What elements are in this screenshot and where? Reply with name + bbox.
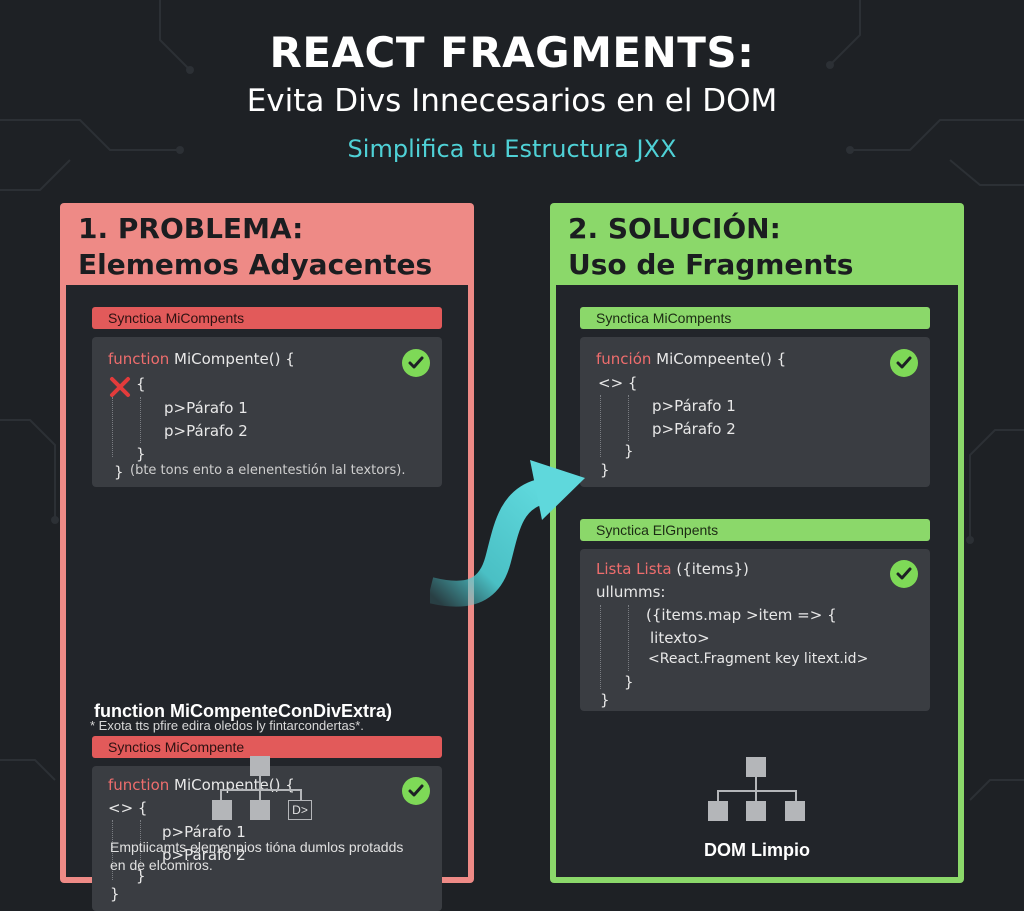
code-line: p>Párafo 1 [652,397,736,415]
check-icon [890,349,918,377]
solution-label-2: Synctica ElGnpents [580,519,930,541]
page-subtitle: Evita Divs Innecesarios en el DOM [246,83,778,119]
code-line: <> { [108,799,148,817]
indent-guide [600,395,601,457]
solution-code-block-2: Lista Lista ({items}) ullumms: ({items.m… [580,549,930,711]
solution-body: Synctica MiCompents función MiCompeente(… [556,285,958,877]
tree-node [746,757,766,777]
tree-node [250,756,270,776]
tree-node [212,800,232,820]
problem-heading-line2: Elememos Adyacentes [78,248,433,281]
code-line: p>Párafo 2 [164,422,248,440]
code-line: } [600,461,610,479]
indent-guide [628,395,629,441]
solution-heading: 2. SOLUCIÓN: Uso de Fragments [550,203,964,285]
code-line: <> { [598,374,638,392]
code-text: MiCompeente() { [651,350,787,368]
indent-guide [628,605,629,671]
code-line: litexto> [650,629,710,647]
indent-guide [600,605,601,689]
problem-footer-line1: Emptiicamts elemenpios tióna dumlos prot… [110,839,404,855]
code-line: ullumms: [596,583,666,601]
problem-label-1: Synctioa MiCompents [92,307,442,329]
page-title: REACT FRAGMENTS: [269,28,755,77]
code-line: } [136,445,146,463]
code-keyword: Lista Lista [596,560,672,578]
code-keyword: función [596,350,652,368]
tree-icon [706,753,806,823]
tree-line [755,777,757,791]
tree-node [708,801,728,821]
solution-heading-line2: Uso de Fragments [568,248,854,281]
tree-line [259,776,261,790]
code-keyword: function [108,350,170,368]
tree-node [746,801,766,821]
dom-clean-label: DOM Limpio [704,840,810,860]
tree-line [717,790,797,792]
problem-heading: 1. PROBLEMA: Elememos Adyacentes [60,203,474,285]
code-line: } [624,673,634,691]
code-keyword: function [108,776,170,794]
code-line: } [624,442,634,460]
check-icon [402,777,430,805]
check-icon [402,349,430,377]
tree-line [220,789,302,791]
solution-label-1: Synctica MiCompents [580,307,930,329]
code-text: MiCompente() { [169,350,295,368]
tree-node [785,801,805,821]
code-line: p>Párafo 1 [164,399,248,417]
tree-node-labeled: D> [288,800,312,820]
problem-heading-line1: 1. PROBLEMA: [78,212,304,245]
solution-code-block-1: función MiCompeente() { <> { p>Párafo 1 … [580,337,930,487]
problem-code-block-1: function MiCompente() { { p>Párafo 1 p>P… [92,337,442,487]
tree-icon: D> [210,752,320,822]
code-line: ({items.map >item => { [646,606,837,624]
code-line: <React.Fragment key litext.id> [648,651,869,667]
page-tagline: Simplifica tu Estructura JXX [347,135,677,163]
code-line: } [600,691,610,709]
code-line: p>Párafo 2 [652,420,736,438]
curved-arrow-icon [430,460,585,607]
solution-heading-line1: 2. SOLUCIÓN: [568,212,781,245]
code-text: ({items}) [671,560,749,578]
x-icon [110,377,130,397]
solution-panel: 2. SOLUCIÓN: Uso de Fragments Synctica M… [550,203,964,883]
code-comment: (bte tons ento a elenentestión lal texto… [130,463,406,478]
code-line: } [110,885,120,903]
header: REACT FRAGMENTS: Evita Divs Innecesarios… [0,28,1024,163]
code-line: { [136,375,146,393]
problem-footer-line2: en de elcomiros. [110,857,213,873]
indent-guide [140,397,141,443]
code-line: Lista Lista ({items}) [596,560,749,578]
indent-guide [112,397,113,457]
code-line: } [114,463,124,481]
code-line: función MiCompeente() { [596,350,786,368]
problem-note: * Exota tts pfire edira oledos ly fintar… [90,718,364,733]
code-line: function MiCompente() { [108,350,295,368]
tree-node [250,800,270,820]
problem-footer: Emptiicamts elemenpios tióna dumlos prot… [110,838,450,874]
check-icon [890,560,918,588]
